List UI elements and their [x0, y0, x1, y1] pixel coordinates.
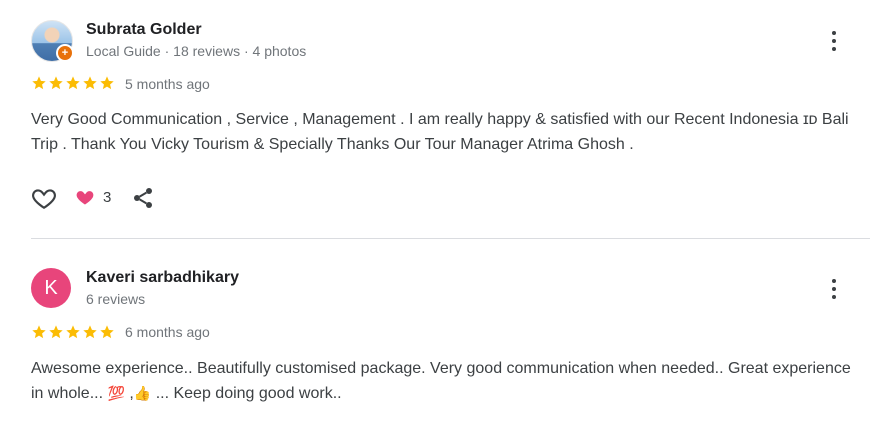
reviewer-name[interactable]: Kaveri sarbadhikary [86, 269, 239, 287]
star-icon [66, 76, 80, 90]
review-text-part: ... Keep doing good work.. [151, 385, 342, 402]
star-icon [100, 76, 114, 90]
star-icon [49, 76, 63, 90]
reviewer-meta: Local Guide · 18 reviews · 4 photos [86, 43, 307, 59]
star-icon [66, 325, 80, 339]
more-options-icon[interactable] [822, 277, 846, 301]
star-icon [83, 76, 97, 90]
avatar[interactable]: K [31, 268, 71, 308]
hundred-points-emoji: 💯 [107, 385, 125, 401]
share-icon[interactable] [131, 186, 155, 210]
review-text-part: , [124, 385, 134, 402]
star-icon [49, 325, 63, 339]
reaction-count: 3 [103, 189, 112, 206]
star-icon [32, 76, 46, 90]
star-icon [32, 325, 46, 339]
review-time: 5 months ago [125, 76, 210, 92]
divider [31, 238, 870, 239]
like-heart-icon[interactable] [31, 185, 57, 211]
star-icon [100, 325, 114, 339]
review-time: 6 months ago [125, 324, 210, 340]
review-text: Awesome experience.. Beautifully customi… [31, 356, 851, 406]
thumbs-up-emoji: 👍 [133, 385, 152, 401]
reviewer-name[interactable]: Subrata Golder [86, 21, 202, 39]
star-rating [31, 324, 115, 340]
heart-reaction-icon [76, 191, 94, 205]
more-options-icon[interactable] [822, 29, 846, 53]
star-icon [83, 325, 97, 339]
local-guide-badge-icon: + [56, 44, 74, 62]
reviewer-meta: 6 reviews [86, 291, 146, 307]
star-rating [31, 75, 115, 91]
review-text: Very Good Communication , Service , Mana… [31, 111, 849, 153]
